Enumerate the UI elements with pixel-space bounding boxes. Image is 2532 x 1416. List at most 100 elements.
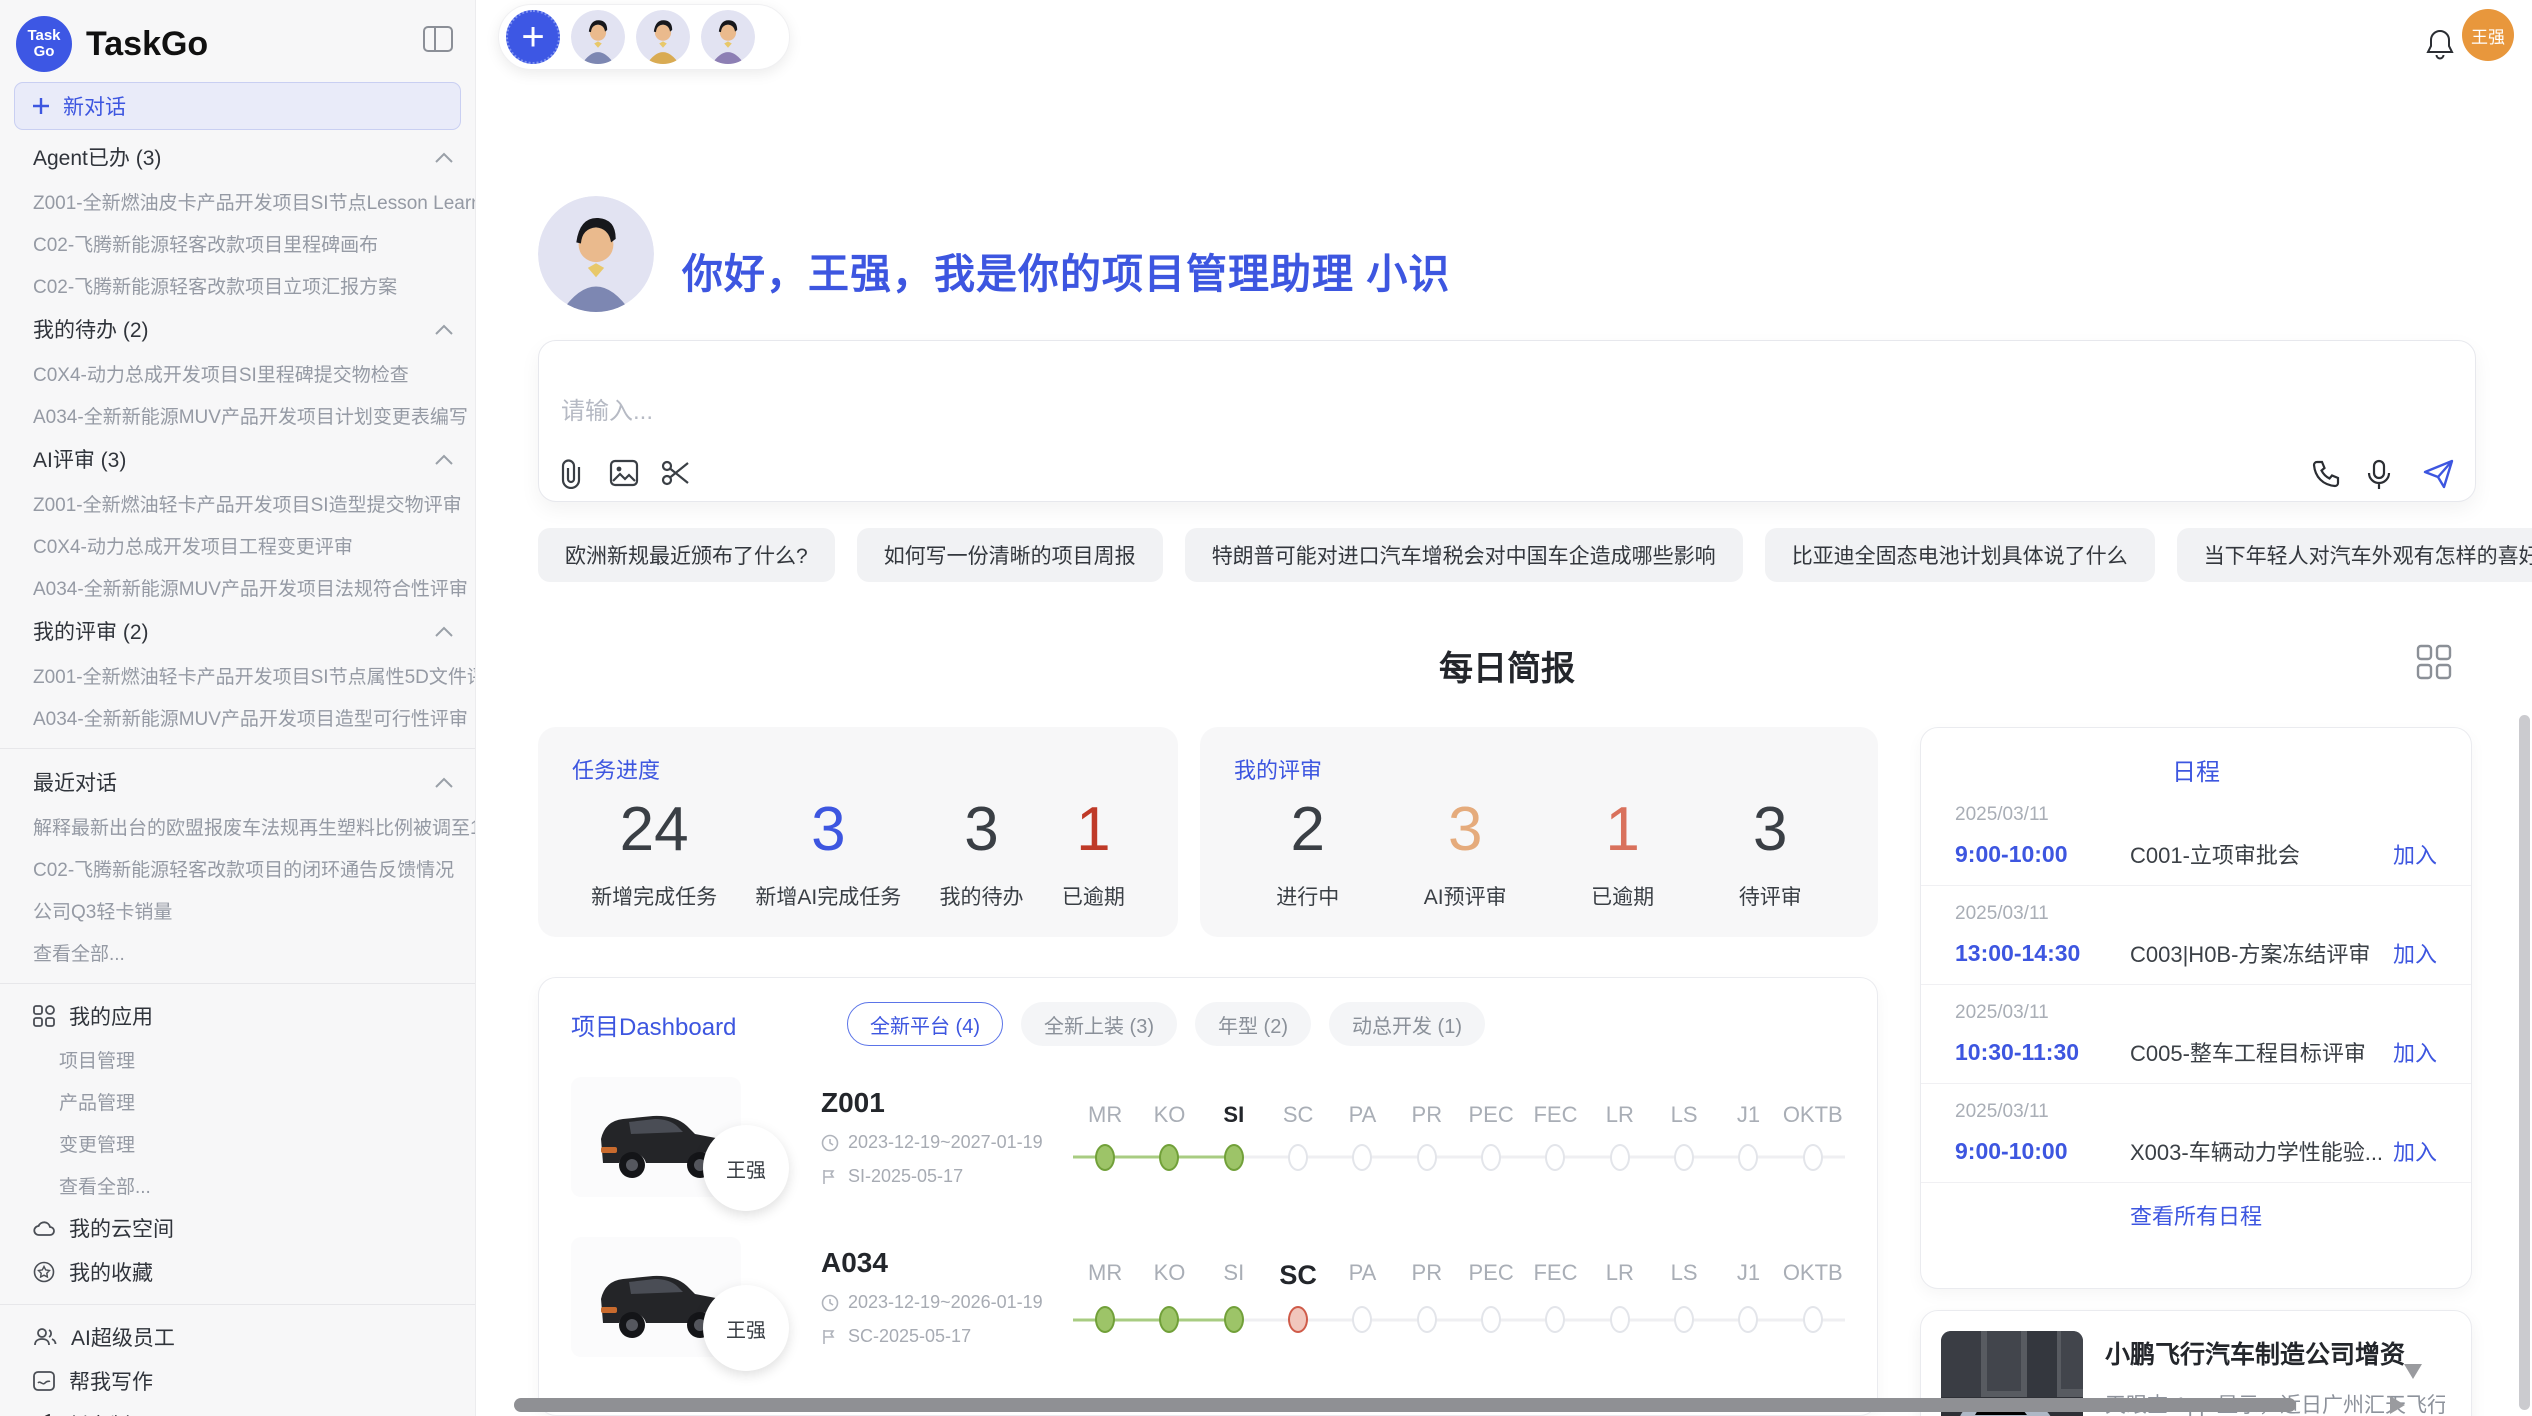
- list-item[interactable]: C02-飞腾新能源轻客改款项目里程碑画布: [0, 222, 475, 264]
- list-item[interactable]: 解释最新出台的欧盟报废车法规再生塑料比例被调至15%...: [0, 805, 475, 847]
- microphone-icon[interactable]: [2367, 459, 2397, 489]
- suggestion-chip[interactable]: 如何写一份清晰的项目周报: [857, 528, 1163, 582]
- layout-grid-icon[interactable]: [2416, 644, 2452, 680]
- schedule-event: 2025/03/11 13:00-14:30 C003|H0B-方案冻结评审 加…: [1921, 886, 2471, 985]
- list-item[interactable]: Z001-全新燃油轻卡产品开发项目SI造型提交物评审: [0, 482, 475, 524]
- avatar[interactable]: [571, 10, 625, 64]
- join-link[interactable]: 加入: [2393, 937, 2437, 969]
- list-item[interactable]: A034-全新新能源MUV产品开发项目计划变更表编写: [0, 394, 475, 436]
- list-item[interactable]: Z001-全新燃油皮卡产品开发项目SI节点Lesson Learn报告: [0, 180, 475, 222]
- image-icon[interactable]: [609, 459, 639, 489]
- schedule-title: 日程: [1921, 728, 2471, 787]
- sidebar: Task Go TaskGo 新对话 Agent已办 (3) Z001-全新燃油…: [0, 0, 476, 1416]
- sidebar-item-help-write[interactable]: 帮我写作: [0, 1359, 475, 1403]
- scroll-right-arrow[interactable]: [2390, 1396, 2405, 1414]
- view-all-schedule-link[interactable]: 查看所有日程: [1921, 1183, 2471, 1231]
- sidebar-item-change-mgmt[interactable]: 变更管理: [0, 1122, 475, 1164]
- sidebar-collapse-icon[interactable]: [423, 26, 453, 52]
- suggestion-chip[interactable]: 比亚迪全固态电池计划具体说了什么: [1765, 528, 2155, 582]
- user-avatar[interactable]: 王强: [2462, 9, 2514, 61]
- input-action-tools: [2311, 459, 2453, 489]
- project-row[interactable]: 王强 A034 2023-12-19~2026-01-19 SC-2025-05…: [539, 1222, 1877, 1372]
- add-session-button[interactable]: +: [506, 10, 560, 64]
- chevron-up-icon: [435, 626, 453, 637]
- milestone-dot-KO: [1159, 1306, 1179, 1333]
- sidebar-item-my-apps[interactable]: 我的应用: [0, 994, 475, 1038]
- project-flag-milestone: SC-2025-05-17: [848, 1326, 971, 1347]
- milestone-dot-LR: [1610, 1144, 1630, 1171]
- my-review-card: 我的评审 2 进行中 3 AI预评审 1 已逾期 3 待评审: [1200, 727, 1878, 937]
- sidebar-item-project-mgmt[interactable]: 项目管理: [0, 1038, 475, 1080]
- stat-label: 待评审: [1739, 881, 1802, 911]
- list-item[interactable]: 公司Q3轻卡销量: [0, 889, 475, 931]
- sidebar-item-ai-employee[interactable]: AI超级员工: [0, 1315, 475, 1359]
- list-item[interactable]: C0X4-动力总成开发项目工程变更评审: [0, 524, 475, 566]
- send-icon[interactable]: [2423, 459, 2453, 489]
- vertical-scrollbar[interactable]: [2519, 715, 2530, 1410]
- milestone-label-J1: J1: [1716, 1102, 1780, 1128]
- chat-input-box[interactable]: 请输入...: [538, 340, 2476, 502]
- avatar[interactable]: [636, 10, 690, 64]
- section-header-my-review[interactable]: 我的评审 (2): [0, 608, 475, 654]
- section-header-my-todo[interactable]: 我的待办 (2): [0, 306, 475, 352]
- tab-model-year[interactable]: 年型 (2): [1195, 1002, 1311, 1046]
- list-item[interactable]: C02-飞腾新能源轻客改款项目立项汇报方案: [0, 264, 475, 306]
- stat-ai-prereview: 3 AI预评审: [1424, 795, 1507, 911]
- session-avatars-bar: +: [498, 4, 790, 70]
- people-icon: [33, 1327, 57, 1347]
- list-item[interactable]: C02-飞腾新能源轻客改款项目的闭环通告反馈情况: [0, 847, 475, 889]
- sidebar-item-favorites[interactable]: 我的收藏: [0, 1250, 475, 1294]
- sidebar-item-view-all-apps[interactable]: 查看全部...: [0, 1164, 475, 1206]
- chevron-up-icon: [435, 454, 453, 465]
- new-chat-button[interactable]: 新对话: [14, 82, 461, 130]
- event-time: 9:00-10:00: [1955, 841, 2130, 868]
- new-chat-label: 新对话: [63, 91, 126, 121]
- tab-new-upfit[interactable]: 全新上装 (3): [1021, 1002, 1177, 1046]
- milestone-label-PA: PA: [1330, 1260, 1394, 1291]
- stat-value: 2: [1276, 795, 1339, 865]
- join-link[interactable]: 加入: [2393, 1135, 2437, 1167]
- list-item[interactable]: Z001-全新燃油轻卡产品开发项目SI节点属性5D文件评审: [0, 654, 475, 696]
- milestone-label-FEC: FEC: [1523, 1102, 1587, 1128]
- milestone-dot-J1: [1738, 1306, 1758, 1333]
- event-time: 10:30-11:30: [1955, 1039, 2130, 1066]
- avatar[interactable]: [701, 10, 755, 64]
- scroll-down-arrow[interactable]: [2404, 1364, 2422, 1379]
- list-item-view-all[interactable]: 查看全部...: [0, 931, 475, 973]
- list-item[interactable]: A034-全新新能源MUV产品开发项目法规符合性评审: [0, 566, 475, 608]
- list-item[interactable]: A034-全新新能源MUV产品开发项目造型可行性评审: [0, 696, 475, 738]
- notification-bell-icon[interactable]: [2424, 28, 2456, 62]
- schedule-event: 2025/03/11 10:30-11:30 C005-整车工程目标评审 加入: [1921, 985, 2471, 1084]
- milestone-label-SC: SC: [1266, 1260, 1330, 1291]
- tab-powertrain-dev[interactable]: 动总开发 (1): [1329, 1002, 1485, 1046]
- sidebar-item-creative-draw[interactable]: 创意制图: [0, 1403, 475, 1416]
- suggestion-chip[interactable]: 当下年轻人对汽车外观有怎样的喜好趋势: [2177, 528, 2532, 582]
- join-link[interactable]: 加入: [2393, 1036, 2437, 1068]
- event-date: 2025/03/11: [1955, 804, 2437, 826]
- sidebar-item-product-mgmt[interactable]: 产品管理: [0, 1080, 475, 1122]
- section-header-recent[interactable]: 最近对话: [0, 759, 475, 805]
- milestone-dot-OKTB: [1803, 1144, 1823, 1171]
- suggestion-chip[interactable]: 特朗普可能对进口汽车增税会对中国车企造成哪些影响: [1185, 528, 1743, 582]
- list-item[interactable]: C0X4-动力总成开发项目SI里程碑提交物检查: [0, 352, 475, 394]
- stat-value: 3: [940, 795, 1024, 865]
- ai-employee-label: AI超级员工: [71, 1322, 175, 1352]
- app-root: Task Go TaskGo 新对话 Agent已办 (3) Z001-全新燃油…: [0, 0, 2532, 1416]
- tab-all-new-platform[interactable]: 全新平台 (4): [847, 1002, 1003, 1046]
- phone-icon[interactable]: [2311, 459, 2341, 489]
- join-link[interactable]: 加入: [2393, 838, 2437, 870]
- project-dates: 2023-12-19~2026-01-19: [848, 1292, 1043, 1313]
- section-header-ai-review[interactable]: AI评审 (3): [0, 436, 475, 482]
- horizontal-scrollbar[interactable]: [514, 1398, 2296, 1412]
- section-title: 最近对话: [33, 767, 117, 797]
- milestone-label-J1: J1: [1716, 1260, 1780, 1291]
- section-header-agent-done[interactable]: Agent已办 (3): [0, 134, 475, 180]
- stat-new-done: 24 新增完成任务: [591, 795, 717, 911]
- schedule-event: 2025/03/11 9:00-10:00 C001-立项审批会 加入: [1921, 787, 2471, 886]
- sidebar-item-cloud-space[interactable]: 我的云空间: [0, 1206, 475, 1250]
- milestone-label-PEC: PEC: [1459, 1102, 1523, 1128]
- suggestion-chip[interactable]: 欧洲新规最近颁布了什么?: [538, 528, 835, 582]
- paperclip-icon[interactable]: [557, 459, 587, 489]
- scissors-icon[interactable]: [661, 459, 691, 489]
- project-row[interactable]: 王强 Z001 2023-12-19~2027-01-19 SI-2025-05…: [539, 1062, 1877, 1212]
